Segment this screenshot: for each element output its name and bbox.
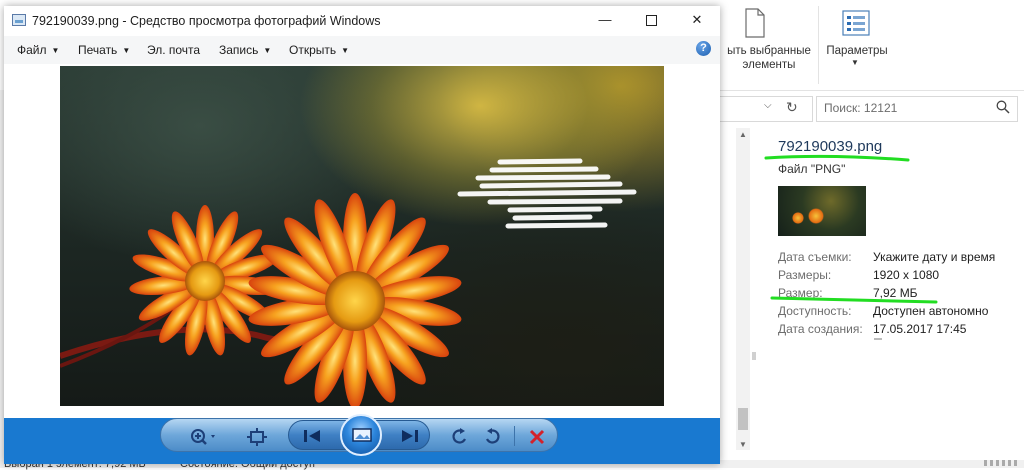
menu-email[interactable]: Эл. почта — [147, 43, 200, 57]
next-icon[interactable] — [398, 428, 420, 444]
previous-icon[interactable] — [302, 428, 324, 444]
flower-right — [248, 193, 462, 406]
chevron-down-icon: ▼ — [341, 46, 350, 55]
toolbar-separator — [514, 426, 515, 446]
maximize-icon — [645, 15, 657, 26]
redacted-scribble — [457, 158, 637, 229]
menu-print-label: Печать — [78, 43, 118, 57]
minimize-button[interactable]: — — [582, 6, 628, 36]
zoom-icon[interactable] — [190, 428, 220, 446]
menu-open-label: Открыть — [289, 43, 337, 57]
close-button[interactable]: ✕ — [674, 6, 720, 36]
menu-open[interactable]: Открыть ▼ — [289, 43, 349, 57]
actual-size-icon[interactable] — [246, 428, 268, 446]
flower-illustration — [60, 158, 637, 406]
menu-email-label: Эл. почта — [147, 43, 201, 57]
menu-burn[interactable]: Запись ▼ — [219, 43, 271, 57]
rotate-left-icon[interactable] — [450, 427, 470, 445]
photo-viewer-app-icon — [12, 14, 26, 26]
rotate-right-icon[interactable] — [482, 427, 502, 445]
help-icon[interactable]: ? — [696, 41, 711, 56]
delete-icon[interactable] — [528, 428, 546, 446]
menu-burn-label: Запись — [219, 43, 259, 57]
displayed-photo — [60, 66, 664, 406]
menu-print[interactable]: Печать ▼ — [78, 43, 130, 57]
maximize-button[interactable] — [628, 6, 674, 36]
highlight-underline-size — [770, 296, 938, 304]
chevron-down-icon: ▼ — [51, 46, 60, 55]
menu-file-label: Файл — [17, 43, 47, 57]
viewer-window-title: 792190039.png - Средство просмотра фотог… — [32, 14, 381, 28]
menu-file[interactable]: Файл ▼ — [17, 43, 59, 57]
highlight-underline-file-name — [764, 154, 910, 162]
view-toggle-icons[interactable] — [984, 460, 1020, 466]
chevron-down-icon: ▼ — [263, 46, 272, 55]
slideshow-icon — [352, 428, 372, 442]
chevron-down-icon: ▼ — [122, 46, 131, 55]
